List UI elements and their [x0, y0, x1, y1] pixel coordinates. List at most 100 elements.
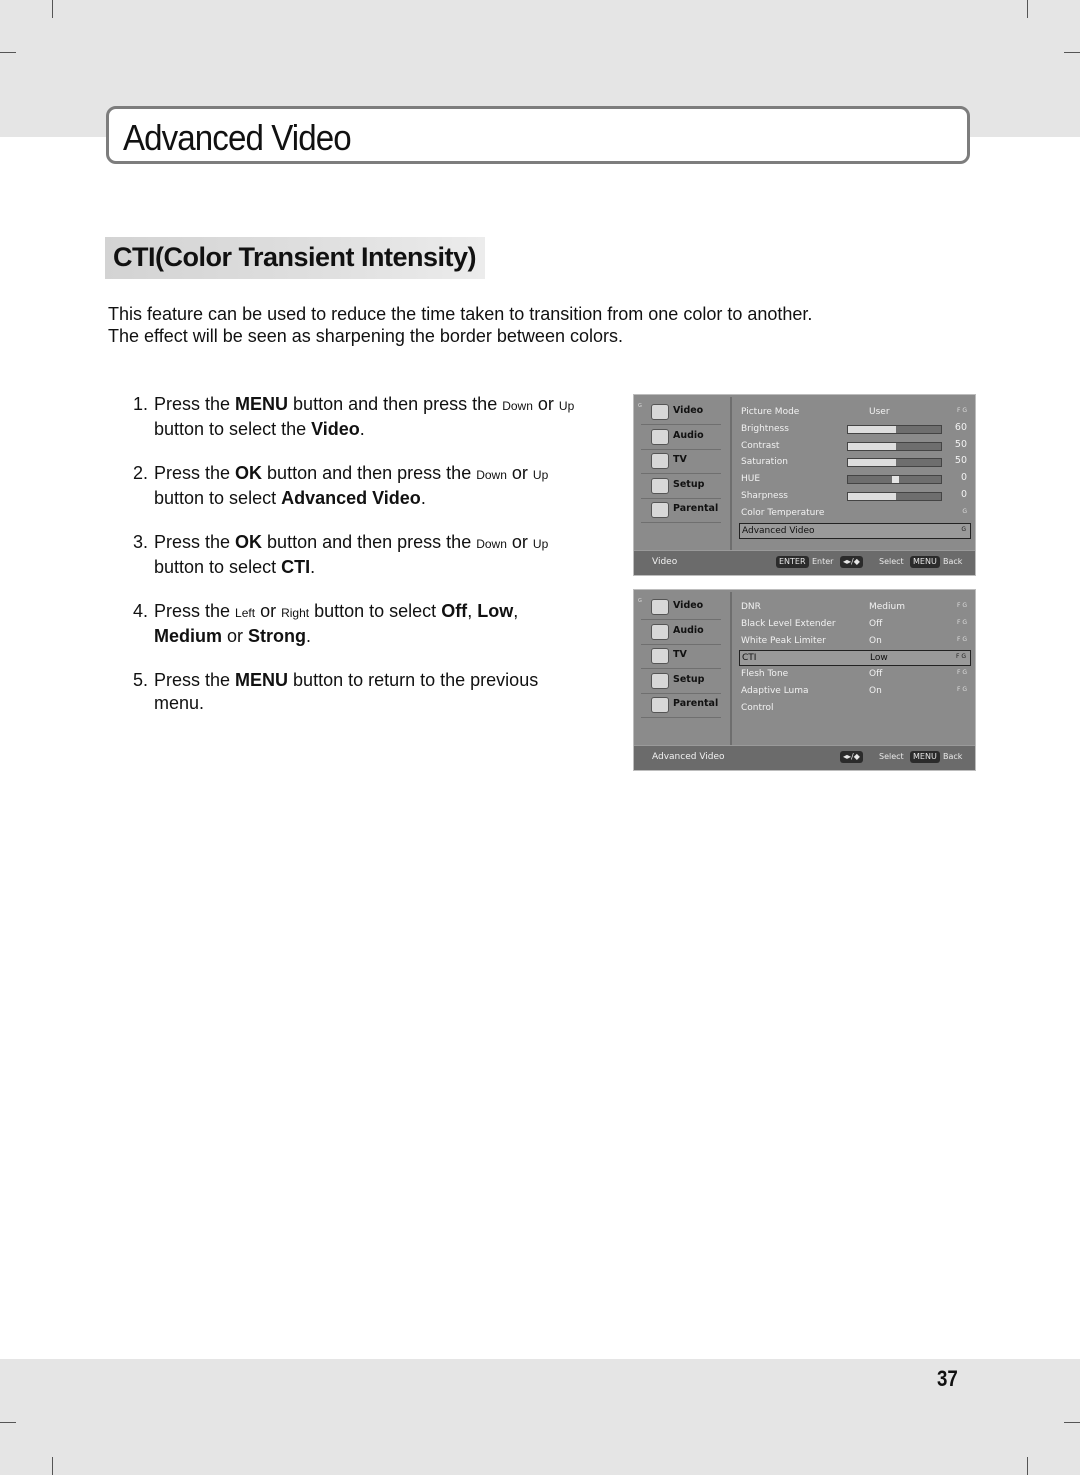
osd-footer: Video ENTER Enter ◂▸/◆ Select MENU Back	[634, 550, 975, 575]
osd-row-label: Brightness	[741, 423, 789, 434]
page-number: 37	[937, 1366, 958, 1391]
osd-row-level: 50	[954, 438, 967, 450]
slider-fill	[848, 442, 897, 450]
osd-menu-audio[interactable]: Audio	[641, 621, 721, 645]
intro-line: The effect will be seen as sharpening th…	[108, 326, 623, 346]
emphasis-text: Off	[441, 601, 468, 621]
osd-row-hue[interactable]: HUE 0	[739, 472, 971, 488]
slider-knob[interactable]	[891, 476, 899, 484]
osd-row-marker: F G	[956, 618, 967, 626]
osd-row-value: Off	[869, 618, 883, 629]
parental-icon	[651, 502, 669, 518]
video-icon	[651, 404, 669, 420]
step-number: 2.	[133, 463, 149, 483]
step-text: Press the	[154, 601, 236, 621]
osd-menu-label: Video	[673, 600, 704, 611]
intro-line: This feature can be used to reduce the t…	[108, 304, 813, 324]
osd-slider[interactable]	[847, 424, 942, 434]
osd-row-black-level-extender[interactable]: Black Level Extender Off F G	[739, 617, 971, 633]
button-name: Down	[502, 399, 533, 413]
osd-row-picture-mode[interactable]: Picture Mode User F G	[739, 405, 971, 421]
osd-row-cti[interactable]: CTI Low F G	[739, 650, 971, 667]
page-title: Advanced Video	[123, 117, 352, 158]
osd-slider[interactable]	[847, 475, 942, 485]
osd-row-value: User	[869, 407, 890, 417]
osd-row-label: Sharpness	[741, 491, 788, 501]
emphasis-text: MENU	[235, 670, 289, 690]
osd-row-label: CTI	[742, 653, 757, 664]
osd-menu-parental[interactable]: Parental	[641, 499, 721, 523]
emphasis-text: CTI	[281, 556, 311, 577]
osd-menu-tv[interactable]: TV	[641, 450, 721, 474]
key-hint-label: Back	[943, 557, 963, 566]
osd-row-sharpness[interactable]: Sharpness 0	[739, 489, 971, 505]
osd-menu-label: TV	[673, 454, 687, 465]
crop-mark	[0, 52, 16, 53]
osd-row-label: HUE	[741, 474, 761, 485]
marker: G	[638, 403, 642, 409]
button-name: Down	[476, 537, 507, 551]
osd-menu-setup[interactable]: Setup	[641, 475, 721, 499]
step-text: .	[420, 487, 426, 508]
osd-main: Picture Mode User F G Brightness 60 Contrast 5…	[734, 395, 974, 551]
osd-divider	[730, 397, 732, 551]
osd-menu-label: Setup	[673, 478, 705, 490]
remote-key-select: ◂▸/◆	[840, 751, 863, 763]
step-number: 4.	[133, 601, 149, 621]
step-text: Press the	[154, 670, 236, 690]
osd-row-value: On	[869, 686, 882, 696]
osd-row-marker: G	[961, 525, 966, 533]
osd-row-saturation[interactable]: Saturation 50	[739, 455, 971, 471]
marker: G	[638, 598, 642, 604]
osd-row-control[interactable]: Control	[739, 701, 971, 717]
emphasis-text: OK	[235, 463, 263, 483]
osd-row-dnr[interactable]: DNR Medium F G	[739, 600, 971, 616]
osd-menu-video[interactable]: G Video	[638, 596, 721, 620]
osd-row-label: Black Level Extender	[741, 618, 836, 629]
osd-row-level: 0	[960, 472, 967, 484]
osd-row-marker: G	[962, 507, 967, 515]
osd-row-color-temperature[interactable]: Color Temperature G	[739, 506, 971, 522]
osd-sidebar: G Video Audio TV Setup Parental	[634, 395, 731, 551]
instruction-step: 1. Press the MENU button and then press t…	[130, 393, 580, 440]
step-text: button to select the	[154, 418, 312, 439]
emphasis-text: OK	[235, 532, 263, 552]
osd-slider[interactable]	[847, 492, 942, 501]
osd-row-brightness[interactable]: Brightness 60	[739, 422, 971, 438]
parental-icon	[651, 697, 669, 713]
osd-row-white-peak-limiter[interactable]: White Peak Limiter On F G	[739, 634, 971, 650]
osd-menu-tv[interactable]: TV	[641, 645, 721, 669]
osd-row-value: Low	[870, 653, 888, 664]
osd-row-adaptive-luma[interactable]: Adaptive Luma On F G	[739, 684, 971, 700]
osd-row-label: Advanced Video	[742, 525, 815, 536]
osd-row-marker: F G	[956, 669, 967, 677]
key-hint-label: Select	[879, 557, 904, 566]
osd-row-advanced-video[interactable]: Advanced Video G	[739, 522, 971, 539]
setup-icon	[651, 672, 669, 689]
step-text: button to select	[309, 601, 442, 621]
osd-menu-label: Setup	[673, 673, 705, 685]
step-text: button to select	[154, 487, 282, 508]
osd-row-label: DNR	[741, 602, 761, 612]
crop-mark	[0, 1422, 16, 1423]
osd-menu-video[interactable]: G Video	[638, 401, 721, 425]
osd-menu-parental[interactable]: Parental	[641, 694, 721, 718]
step-text: or	[222, 625, 249, 646]
osd-row-level: 0	[960, 489, 967, 500]
button-name: Down	[476, 468, 507, 482]
osd-row-contrast[interactable]: Contrast 50	[739, 439, 971, 455]
osd-row-label: Control	[741, 702, 774, 713]
slider-fill	[848, 459, 897, 467]
osd-menu-label: Video	[673, 405, 704, 416]
osd-menu-audio[interactable]: Audio	[641, 426, 721, 450]
osd-slider[interactable]	[847, 458, 942, 468]
osd-row-label: Picture Mode	[741, 407, 800, 417]
remote-key-enter: ENTER	[776, 556, 809, 568]
osd-row-value: On	[869, 635, 882, 646]
osd-slider[interactable]	[847, 441, 942, 451]
osd-main: DNR Medium F G Black Level Extender Off F G Wh…	[734, 590, 974, 746]
osd-row-value: Off	[869, 669, 883, 680]
osd-row-flesh-tone[interactable]: Flesh Tone Off F G	[739, 667, 971, 683]
osd-menu-setup[interactable]: Setup	[641, 670, 721, 694]
osd-row-label: Saturation	[741, 457, 788, 468]
